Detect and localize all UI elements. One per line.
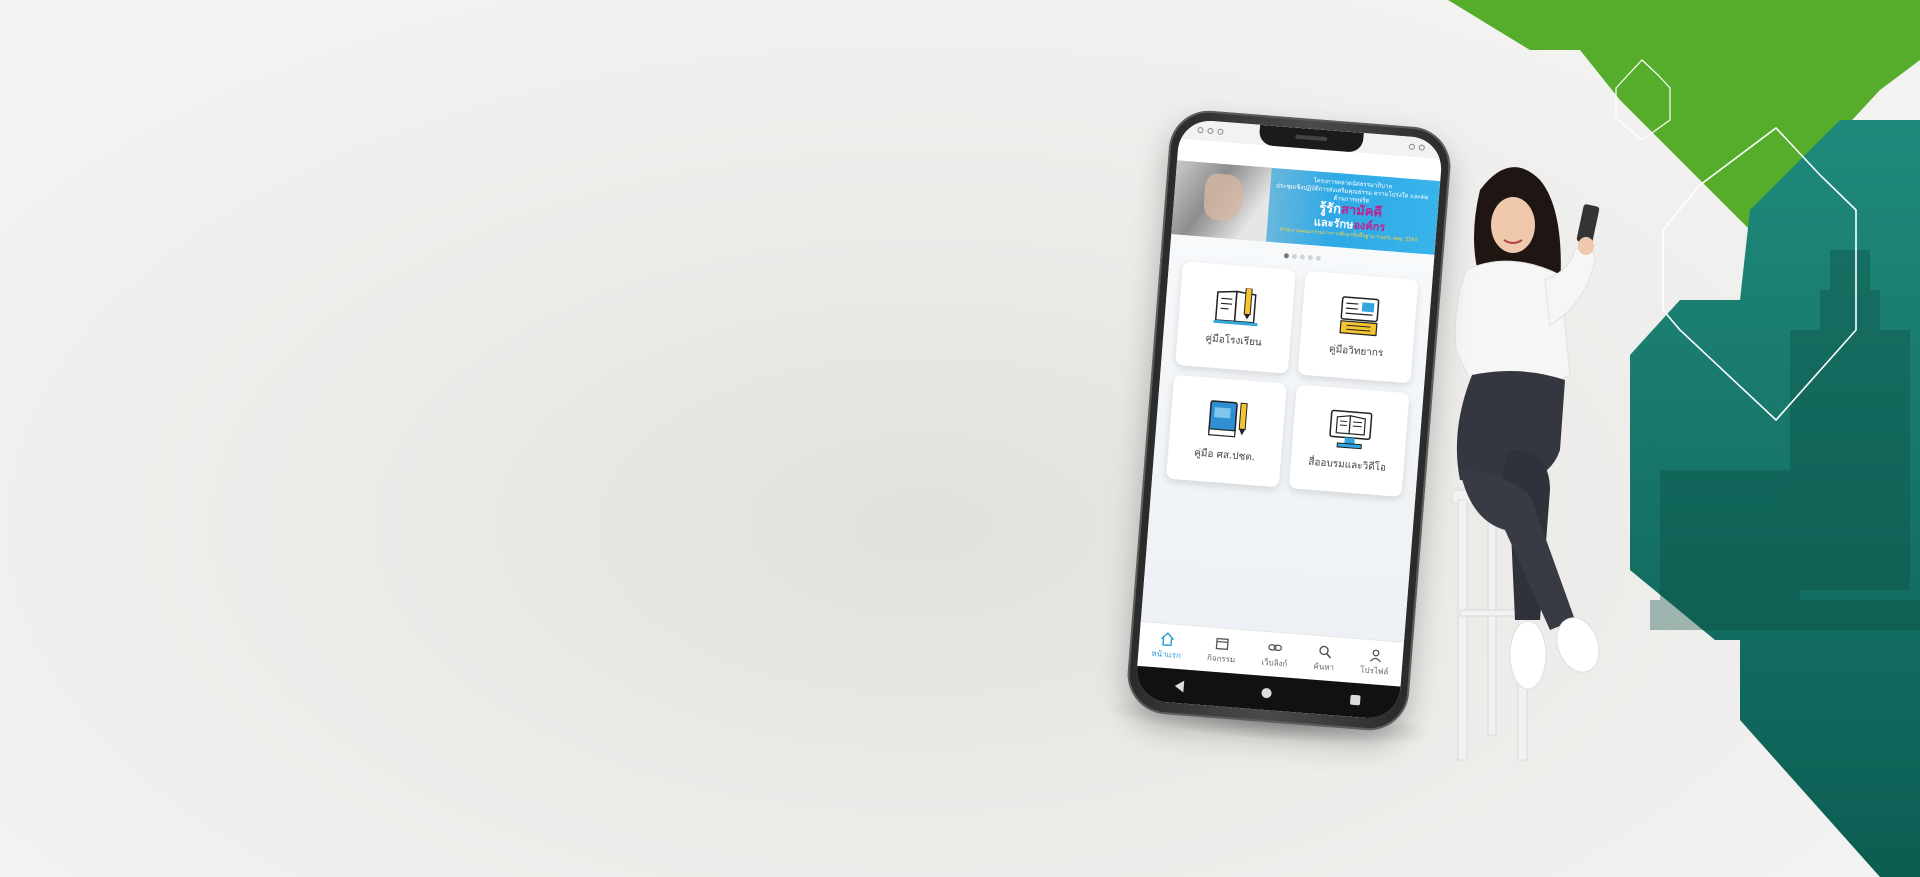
presentation-book-icon [1338,295,1379,336]
nav-item-weblinks[interactable]: เว็บลิงก์ [1261,639,1289,670]
menu-grid: คู่มือโรงเรียน คู่มือวิทยากร คู่มือ ศส.ป… [1166,261,1419,498]
hero-background: โครงการตลาดนัดธรรมาภิบาล ประชุมเชิงปฏิบั… [0,0,1920,877]
nav-item-label: หน้าแรก [1151,648,1182,660]
phone-frame: โครงการตลาดนัดธรรมาภิบาล ประชุมเชิงปฏิบั… [1124,107,1454,734]
menu-card-sspcht-manual[interactable]: คู่มือ ศส.ปชต. [1166,374,1287,488]
profile-icon [1369,649,1381,662]
phone-mockup: โครงการตลาดนัดธรรมาภิบาล ประชุมเชิงปฏิบั… [1103,107,1454,754]
menu-card-label: คู่มือวิทยากร [1328,343,1384,359]
left-sneaker [1509,620,1547,690]
nav-item-label: โปรไฟล์ [1359,664,1389,677]
carousel-dot[interactable] [1291,253,1297,260]
nav-item-label: กิจกรรม [1206,652,1236,665]
back-button-icon[interactable] [1174,679,1185,693]
menu-card-label: คู่มือโรงเรียน [1205,332,1263,349]
battery-icon [1418,144,1426,151]
menu-card-school-manual[interactable]: คู่มือโรงเรียน [1175,261,1296,374]
monitor-book-icon [1328,409,1372,449]
menu-card-label: คู่มือ ศส.ปชต. [1193,447,1256,463]
blue-book-pencil-icon [1207,399,1248,437]
banner-headline-prefix: รู้รัก [1318,200,1342,218]
link-icon [1268,643,1283,651]
menu-card-training-media[interactable]: สื่ออบรมและวิดีโอ [1288,384,1410,498]
home-content: คู่มือโรงเรียน คู่มือวิทยากร คู่มือ ศส.ป… [1140,234,1435,643]
banner-text: โครงการตลาดนัดธรรมาภิบาล ประชุมเชิงปฏิบั… [1268,174,1434,246]
calendar-icon [1215,637,1229,650]
carousel-dot[interactable] [1283,253,1289,259]
nav-item-label: ค้นหา [1313,661,1335,672]
status-icons-left [1197,126,1224,135]
face [1491,197,1535,253]
nav-item-profile[interactable]: โปรไฟล์ [1360,647,1390,678]
status-icons-right [1408,143,1426,151]
notification-icon [1197,126,1204,134]
book-pencil-icon [1212,287,1258,326]
nav-item-activities[interactable]: กิจกรรม [1207,635,1237,666]
home-icon [1160,631,1174,646]
recent-apps-button-icon[interactable] [1349,694,1361,706]
phone-notch [1258,124,1364,153]
carousel-dot[interactable] [1299,254,1305,260]
search-icon [1319,645,1332,659]
carousel-dot[interactable] [1315,255,1321,261]
nav-item-label: เว็บลิงก์ [1261,657,1288,669]
home-button-icon[interactable] [1261,687,1273,699]
carousel-dot[interactable] [1307,254,1313,261]
wifi-icon [1408,143,1416,151]
nav-item-home[interactable]: หน้าแรก [1151,630,1183,661]
menu-card-label: สื่ออบรมและวิดีโอ [1307,456,1387,474]
settings-icon [1207,127,1214,135]
phone-screen: โครงการตลาดนัดธรรมาภิบาล ประชุมเชิงปฏิบั… [1134,118,1444,721]
banner-hands-photo [1171,160,1272,242]
nav-item-search[interactable]: ค้นหา [1313,643,1336,674]
sim-icon [1217,128,1224,135]
menu-card-trainer-manual[interactable]: คู่มือวิทยากร [1297,270,1419,384]
